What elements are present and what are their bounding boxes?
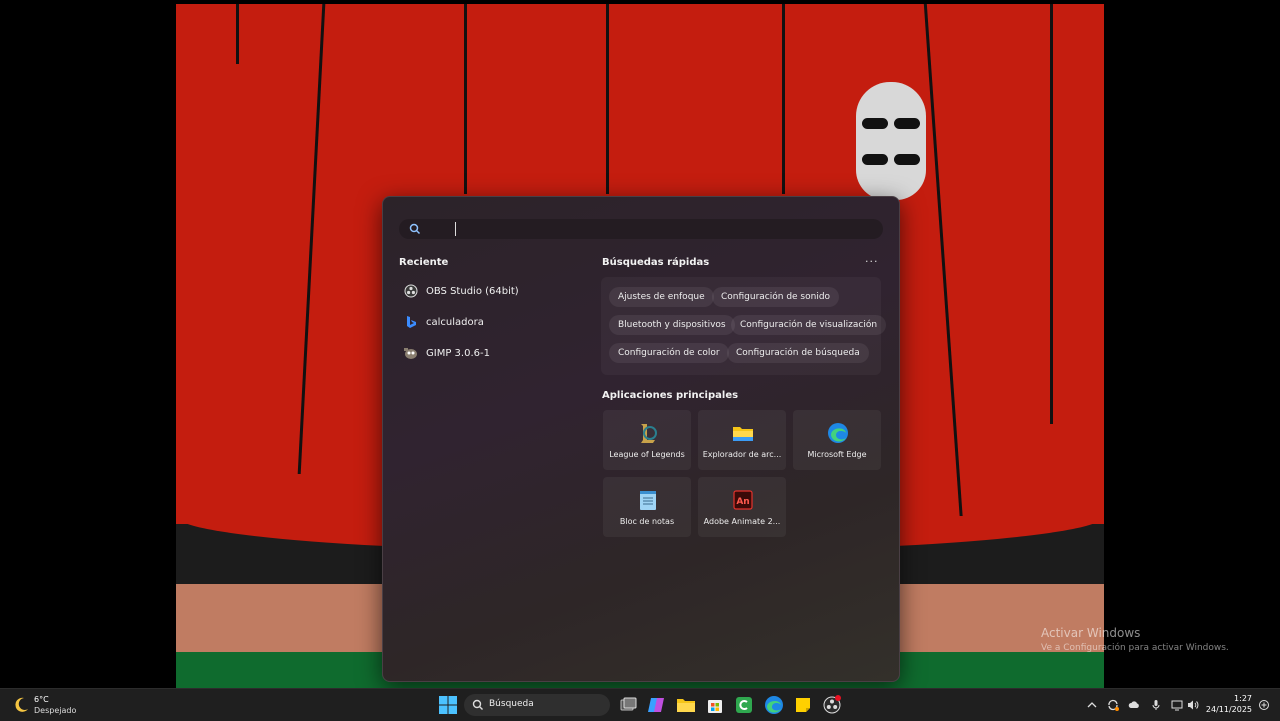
chevron-up-icon[interactable] xyxy=(1086,699,1098,711)
volume-icon[interactable] xyxy=(1187,699,1199,711)
league-of-legends-icon xyxy=(641,424,657,443)
weather-temperature: 6°C xyxy=(34,695,49,704)
obs-icon xyxy=(403,283,419,299)
windows-start-icon[interactable] xyxy=(438,695,458,715)
clock-date: 24/11/2025 xyxy=(1205,705,1252,714)
app-tile-label: Bloc de notas xyxy=(619,517,675,526)
microphone-icon[interactable] xyxy=(1150,699,1162,711)
edge-icon[interactable] xyxy=(764,695,784,715)
bing-icon xyxy=(403,314,419,330)
recent-item-label: OBS Studio (64bit) xyxy=(426,285,519,297)
recent-item-label: calculadora xyxy=(426,316,484,328)
edge-icon xyxy=(828,423,848,443)
recent-item-label: GIMP 3.0.6-1 xyxy=(426,347,490,359)
camtasia-icon[interactable] xyxy=(734,695,754,715)
clock-time: 1:27 xyxy=(1234,694,1252,703)
curtain-fold xyxy=(782,4,785,194)
moon-icon xyxy=(15,697,28,712)
quick-chip-config-busqueda[interactable]: Configuración de búsqueda xyxy=(727,343,869,363)
mask-eye xyxy=(894,154,920,165)
quick-chip-bluetooth[interactable]: Bluetooth y dispositivos xyxy=(609,315,735,335)
sticky-notes-icon[interactable] xyxy=(793,695,813,715)
network-icon[interactable] xyxy=(1171,699,1183,711)
copilot-icon[interactable] xyxy=(646,695,666,715)
curtain-fold xyxy=(297,4,326,474)
obs-icon[interactable] xyxy=(822,695,842,715)
top-apps-title: Aplicaciones principales xyxy=(602,390,739,401)
app-tile-notepad[interactable]: Bloc de notas xyxy=(603,477,691,537)
store-icon[interactable] xyxy=(705,695,725,715)
mask-eye xyxy=(862,154,888,165)
recent-title: Reciente xyxy=(399,257,449,268)
weather-condition: Despejado xyxy=(34,706,77,715)
activation-watermark-title: Activar Windows xyxy=(1041,626,1141,640)
quick-searches-title: Búsquedas rápidas xyxy=(602,257,710,268)
notepad-icon xyxy=(640,491,656,510)
quick-chip-ajustes-enfoque[interactable]: Ajustes de enfoque xyxy=(609,287,714,307)
text-caret xyxy=(455,222,456,236)
curtain-fold xyxy=(606,4,609,194)
mask-eye xyxy=(862,118,888,129)
app-tile-label: Explorador de arc... xyxy=(702,450,782,459)
search-input[interactable] xyxy=(459,219,863,241)
quick-searches-box: Ajustes de enfoque Configuración de soni… xyxy=(601,277,887,375)
mask-character xyxy=(856,82,926,200)
mask-eye xyxy=(894,118,920,129)
file-explorer-icon[interactable] xyxy=(676,695,696,715)
curtain-fold xyxy=(1050,4,1053,424)
search-icon xyxy=(409,223,421,235)
app-tile-label: Microsoft Edge xyxy=(807,450,867,459)
cloud-icon[interactable] xyxy=(1128,699,1140,711)
recent-item-obs[interactable]: OBS Studio (64bit) xyxy=(403,279,573,303)
notification-icon[interactable] xyxy=(1258,699,1270,711)
file-explorer-icon xyxy=(733,427,753,441)
more-options-button[interactable]: ··· xyxy=(865,255,879,268)
app-tile-microsoft-edge[interactable]: Microsoft Edge xyxy=(793,410,881,470)
adobe-animate-icon: An xyxy=(733,490,753,510)
quick-chip-config-sonido[interactable]: Configuración de sonido xyxy=(712,287,840,307)
curtain-fold xyxy=(236,4,239,64)
quick-chip-config-visualizacion[interactable]: Configuración de visualización xyxy=(731,315,887,335)
app-tile-league-of-legends[interactable]: League of Legends xyxy=(603,410,691,470)
quick-chip-config-color[interactable]: Configuración de color xyxy=(609,343,729,363)
app-tile-file-explorer[interactable]: Explorador de arc... xyxy=(698,410,786,470)
task-view-icon[interactable] xyxy=(618,695,638,715)
gimp-icon xyxy=(403,345,419,361)
svg-text:An: An xyxy=(736,497,749,507)
curtain-fold xyxy=(923,4,964,524)
search-icon xyxy=(472,699,483,710)
app-tile-adobe-animate[interactable]: An Adobe Animate 2... xyxy=(698,477,786,537)
activation-watermark-subtitle: Ve a Configuración para activar Windows. xyxy=(1041,643,1229,653)
taskbar-search-box[interactable]: Búsqueda xyxy=(464,694,610,716)
recent-item-gimp[interactable]: GIMP 3.0.6-1 xyxy=(403,341,573,365)
sync-icon[interactable] xyxy=(1107,699,1119,711)
recent-item-calculadora[interactable]: calculadora xyxy=(403,310,573,334)
taskbar: 6°C Despejado Búsqueda 1:27 24/11/2025 xyxy=(0,688,1280,721)
curtain-fold xyxy=(464,4,467,194)
app-tile-label: League of Legends xyxy=(609,450,685,459)
start-search-panel: Reciente OBS Studio (64bit) calculadora … xyxy=(382,196,900,682)
app-tile-label: Adobe Animate 2... xyxy=(703,517,781,526)
search-box[interactable] xyxy=(399,219,883,241)
taskbar-search-label: Búsqueda xyxy=(489,699,534,709)
